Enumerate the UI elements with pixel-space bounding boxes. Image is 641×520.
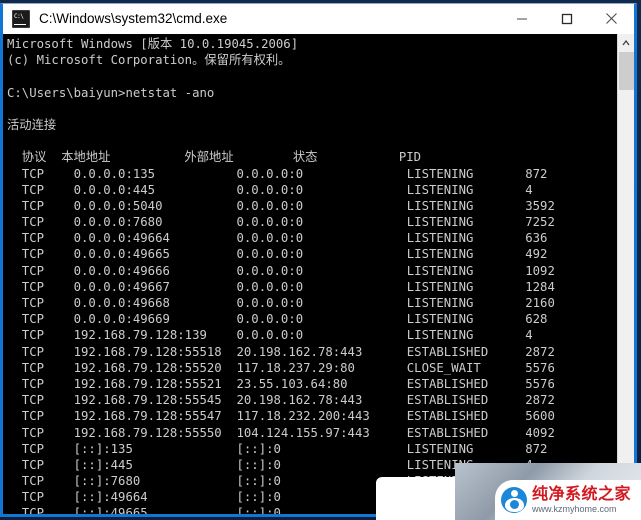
scrollbar-thumb[interactable] xyxy=(619,52,634,90)
cmd-window: C:\Windows\system32\cmd.exe xyxy=(0,3,637,517)
vertical-scrollbar[interactable] xyxy=(617,34,634,514)
scroll-up-arrow[interactable] xyxy=(618,34,634,51)
console-area: Microsoft Windows [版本 10.0.19045.2006] (c… xyxy=(3,34,634,514)
console-line: TCP 0.0.0.0:7680 0.0.0.0:0 LISTENING 725… xyxy=(7,215,555,230)
window-controls xyxy=(499,4,634,33)
console-line: TCP 0.0.0.0:5040 0.0.0.0:0 LISTENING 359… xyxy=(7,198,555,213)
watermark: 纯净系统之家 www.kzmyhome.com xyxy=(495,480,641,520)
console-line: TCP 192.168.79.128:55547 117.18.232.200:… xyxy=(7,409,555,424)
console-line: TCP 0.0.0.0:135 0.0.0.0:0 LISTENING 872 xyxy=(7,166,548,181)
console-line: 活动连接 xyxy=(7,117,57,132)
screen: C:\Windows\system32\cmd.exe xyxy=(0,0,641,520)
console-line: TCP 192.168.79.128:55550 104.124.155.97:… xyxy=(7,425,555,440)
console-line: (c) Microsoft Corporation。保留所有权利。 xyxy=(7,53,291,68)
console-line: TCP [::]:135 [::]:0 LISTENING 872 xyxy=(7,441,548,456)
watermark-url: www.kzmyhome.com xyxy=(532,504,617,514)
console-line: TCP 0.0.0.0:49668 0.0.0.0:0 LISTENING 21… xyxy=(7,296,555,310)
console-line: TCP 192.168.79.128:55521 23.55.103.64:80… xyxy=(7,376,555,391)
chevron-up-icon xyxy=(622,39,630,45)
close-icon xyxy=(606,13,617,24)
maximize-icon xyxy=(561,13,572,24)
title-bar[interactable]: C:\Windows\system32\cmd.exe xyxy=(3,4,634,34)
maximize-button[interactable] xyxy=(544,4,589,33)
console-line: TCP 0.0.0.0:445 0.0.0.0:0 LISTENING 4 xyxy=(7,182,533,197)
console-line: TCP 0.0.0.0:49666 0.0.0.0:0 LISTENING 10… xyxy=(7,263,555,278)
watermark-brand: 纯净系统之家 xyxy=(532,484,632,503)
window-title: C:\Windows\system32\cmd.exe xyxy=(39,11,228,26)
cmd-icon xyxy=(12,9,30,28)
console-line: TCP 0.0.0.0:49665 0.0.0.0:0 LISTENING 49… xyxy=(7,247,548,262)
console-line: TCP 192.168.79.128:139 0.0.0.0:0 LISTENI… xyxy=(7,328,533,343)
console-line: TCP 0.0.0.0:49669 0.0.0.0:0 LISTENING 62… xyxy=(7,312,548,327)
close-button[interactable] xyxy=(589,4,634,33)
console-line: TCP 192.168.79.128:55545 20.198.162.78:4… xyxy=(7,393,555,408)
console-output[interactable]: Microsoft Windows [版本 10.0.19045.2006] (c… xyxy=(3,34,617,514)
console-line: TCP 0.0.0.0:49667 0.0.0.0:0 LISTENING 12… xyxy=(7,279,555,294)
minimize-button[interactable] xyxy=(499,4,544,33)
console-line: TCP 192.168.79.128:55518 20.198.162.78:4… xyxy=(7,344,555,359)
console-line: TCP 0.0.0.0:49664 0.0.0.0:0 LISTENING 63… xyxy=(7,231,548,246)
minimize-icon xyxy=(516,18,527,19)
console-line: TCP 192.168.79.128:55520 117.18.237.29:8… xyxy=(7,360,555,375)
console-line: Microsoft Windows [版本 10.0.19045.2006] xyxy=(7,37,299,51)
console-line: 协议 本地地址 外部地址 状态 PID xyxy=(7,150,422,165)
watermark-logo-icon xyxy=(501,487,527,513)
console-line: C:\Users\baiyun>netstat -ano xyxy=(7,85,215,100)
